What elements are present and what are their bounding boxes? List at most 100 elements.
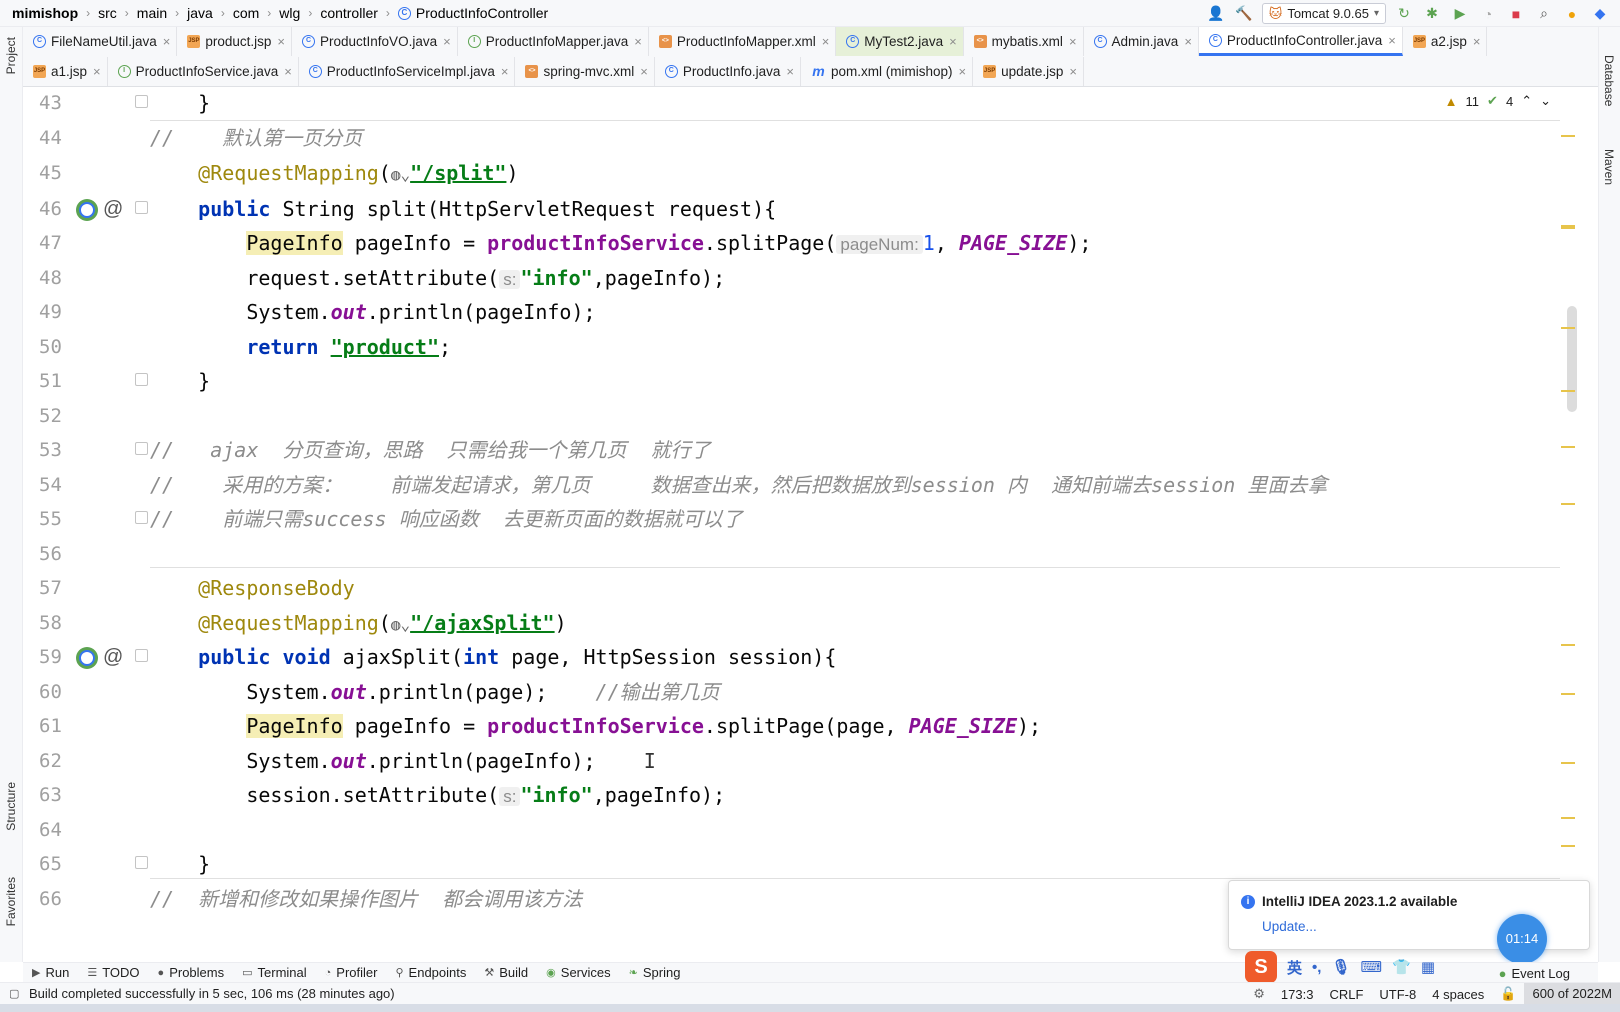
close-icon[interactable]: ×: [822, 34, 830, 49]
tab-mybatis-xml[interactable]: <> mybatis.xml ×: [964, 27, 1084, 56]
structure-tool-tab[interactable]: Structure: [4, 782, 18, 831]
fold-icon[interactable]: [135, 373, 148, 386]
file-encoding[interactable]: UTF-8: [1371, 987, 1424, 1002]
breadcrumb-java[interactable]: java: [187, 5, 213, 21]
recording-timer[interactable]: 01:14: [1497, 914, 1547, 964]
sogou-logo-icon[interactable]: S: [1245, 951, 1277, 983]
close-icon[interactable]: ×: [1388, 33, 1396, 48]
warning-marker[interactable]: [1561, 845, 1575, 847]
user-icon[interactable]: 👤: [1206, 4, 1226, 24]
close-icon[interactable]: ×: [949, 34, 957, 49]
tab-update-jsp[interactable]: JSP update.jsp ×: [973, 57, 1084, 86]
profiler-tool-button[interactable]: ◔ Profiler: [316, 965, 387, 980]
endpoint-run-icon[interactable]: [76, 647, 98, 669]
endpoint-run-icon[interactable]: [76, 199, 98, 221]
fold-icon[interactable]: [135, 856, 148, 869]
breadcrumb-com[interactable]: com: [233, 5, 259, 21]
warning-marker[interactable]: [1561, 503, 1575, 505]
debug-icon[interactable]: ✱: [1422, 4, 1442, 24]
warning-marker[interactable]: [1561, 227, 1575, 229]
skin-shirt-icon[interactable]: 👕: [1392, 958, 1411, 976]
close-icon[interactable]: ×: [93, 64, 101, 79]
memory-indicator[interactable]: 600 of 2022M: [1524, 983, 1620, 1005]
warning-marker[interactable]: [1561, 327, 1575, 329]
todo-tool-button[interactable]: ☰ TODO: [78, 965, 148, 980]
fold-icon[interactable]: [135, 649, 148, 662]
tab-spring-mvc-xml[interactable]: <> spring-mvc.xml ×: [515, 57, 655, 86]
jetbrains-icon[interactable]: ◆: [1590, 4, 1610, 24]
project-tool-tab[interactable]: Project: [4, 37, 18, 74]
build-status-icon[interactable]: ▢: [9, 987, 19, 1000]
close-icon[interactable]: ×: [277, 34, 285, 49]
background-tasks-icon[interactable]: ⚙: [1245, 986, 1273, 1002]
tab-productinfomapper-java[interactable]: I ProductInfoMapper.java ×: [458, 27, 649, 56]
tab-pom-xml[interactable]: m pom.xml (mimishop) ×: [801, 57, 974, 86]
spring-tool-button[interactable]: ❧ Spring: [620, 965, 690, 980]
breadcrumb-main[interactable]: main: [137, 5, 167, 21]
event-log-button[interactable]: ● Event Log: [1499, 963, 1570, 983]
database-tool-tab[interactable]: Database: [1602, 55, 1616, 106]
tab-a2-jsp[interactable]: JSP a2.jsp ×: [1403, 27, 1488, 56]
tab-a1-jsp[interactable]: JSP a1.jsp ×: [23, 57, 108, 86]
run-configuration-select[interactable]: 🐱 Tomcat 9.0.65 ▾: [1261, 3, 1386, 24]
close-icon[interactable]: ×: [786, 64, 794, 79]
editor-scrollbar[interactable]: [1561, 87, 1577, 956]
services-tool-button[interactable]: ◉ Services: [537, 965, 619, 980]
mapping-at-icon[interactable]: @: [103, 191, 123, 227]
stop-icon[interactable]: ■: [1506, 4, 1526, 24]
ime-language-toggle[interactable]: 英: [1287, 957, 1302, 978]
warning-marker[interactable]: [1561, 390, 1575, 392]
tab-filenameutil[interactable]: C FileNameUtil.java ×: [23, 27, 178, 56]
code-editor[interactable]: ▲ 11 ✔ 4 ⌃ ⌄ 43 } 44 // 默认第一页分页 45 @Requ…: [23, 87, 1583, 956]
maven-tool-tab[interactable]: Maven: [1602, 149, 1616, 185]
endpoints-tool-button[interactable]: ⚲ Endpoints: [386, 965, 475, 980]
tab-productinfoserviceimpl[interactable]: C ProductInfoServiceImpl.java ×: [299, 57, 516, 86]
problems-tool-button[interactable]: ● Problems: [149, 965, 234, 980]
close-icon[interactable]: ×: [501, 64, 509, 79]
close-icon[interactable]: ×: [640, 64, 648, 79]
indent-setting[interactable]: 4 spaces: [1424, 987, 1492, 1002]
update-icon[interactable]: ●: [1562, 4, 1582, 24]
build-tool-button[interactable]: ⚒ Build: [475, 965, 537, 980]
run-tool-button[interactable]: ▶ Run: [23, 965, 78, 980]
scroll-thumb[interactable]: [1567, 306, 1577, 412]
breadcrumb-project[interactable]: mimishop: [12, 5, 78, 21]
tab-product-jsp[interactable]: JSP product.jsp ×: [177, 27, 293, 56]
caret-position[interactable]: 173:3: [1273, 987, 1322, 1002]
close-icon[interactable]: ×: [1069, 64, 1077, 79]
fold-icon[interactable]: [135, 442, 148, 455]
tab-productinfomapper-xml[interactable]: <> ProductInfoMapper.xml ×: [649, 27, 837, 56]
breadcrumb-src[interactable]: src: [98, 5, 117, 21]
warning-marker[interactable]: [1561, 135, 1575, 137]
fold-icon[interactable]: [135, 511, 148, 524]
ime-punctuation-toggle[interactable]: •,: [1312, 959, 1321, 976]
rerun-icon[interactable]: ↻: [1394, 4, 1414, 24]
terminal-tool-button[interactable]: ▭ Terminal: [233, 965, 316, 980]
close-icon[interactable]: ×: [634, 34, 642, 49]
close-icon[interactable]: ×: [1069, 34, 1077, 49]
update-link[interactable]: Update...: [1262, 919, 1317, 934]
favorites-tool-tab[interactable]: Favorites: [4, 877, 18, 926]
keyboard-icon[interactable]: ⌨: [1360, 958, 1382, 976]
tab-productinfoservice[interactable]: I ProductInfoService.java ×: [108, 57, 299, 86]
breadcrumb-controller[interactable]: controller: [320, 5, 378, 21]
close-icon[interactable]: ×: [959, 64, 967, 79]
profiler-icon[interactable]: ◔: [1478, 4, 1498, 24]
globe-icon[interactable]: ◍⌄: [391, 157, 410, 193]
microphone-icon[interactable]: 🎙: [1331, 958, 1350, 976]
status-message[interactable]: Build completed successfully in 5 sec, 1…: [0, 986, 395, 1001]
tab-productinfo[interactable]: C ProductInfo.java ×: [655, 57, 801, 86]
search-icon[interactable]: ⌕: [1534, 4, 1554, 24]
toolbox-grid-icon[interactable]: ▦: [1421, 958, 1435, 976]
fold-icon[interactable]: [135, 95, 148, 108]
lock-icon[interactable]: 🔓: [1492, 986, 1524, 1002]
hammer-icon[interactable]: 🔨: [1234, 4, 1254, 24]
line-separator[interactable]: CRLF: [1321, 987, 1371, 1002]
warning-marker[interactable]: [1561, 644, 1575, 646]
close-icon[interactable]: ×: [284, 64, 292, 79]
tab-productinfovo[interactable]: C ProductInfoVO.java ×: [292, 27, 458, 56]
close-icon[interactable]: ×: [163, 34, 171, 49]
close-icon[interactable]: ×: [443, 34, 451, 49]
mapping-at-icon[interactable]: @: [103, 639, 123, 675]
fold-icon[interactable]: [135, 201, 148, 214]
